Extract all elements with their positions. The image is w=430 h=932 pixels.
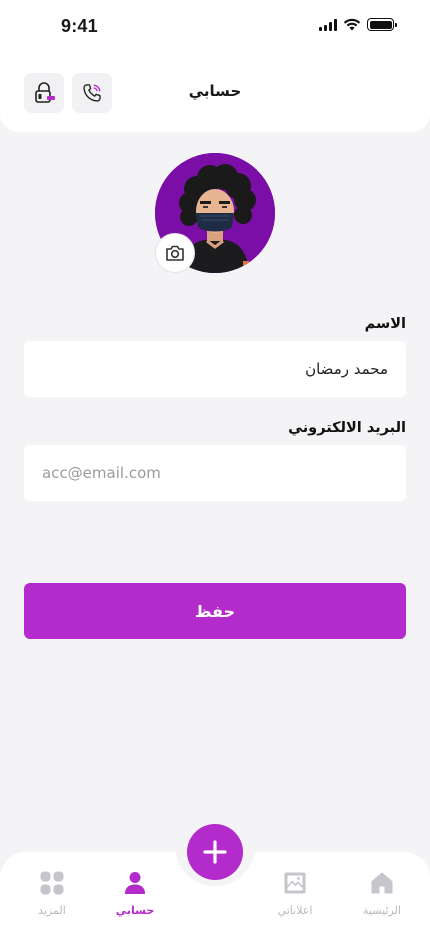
nav-item-my-account[interactable]: حسابي (100, 870, 170, 917)
plus-icon (203, 840, 227, 864)
camera-icon (166, 245, 184, 261)
nav-item-more[interactable]: المزيد (17, 870, 87, 917)
nav-label-more: المزيد (38, 904, 66, 917)
nav-label-home: الرئيسية (363, 904, 401, 917)
status-bar: 9:41 (0, 0, 430, 54)
name-label: الاسم (364, 316, 406, 332)
grid-icon (40, 871, 64, 895)
email-label: البريد الالكتروني (288, 420, 406, 436)
status-time: 9:41 (61, 16, 98, 36)
change-photo-button[interactable] (155, 233, 195, 273)
add-button[interactable] (187, 824, 243, 880)
cellular-signal-icon (319, 18, 337, 31)
email-field[interactable] (24, 445, 406, 501)
nav-item-home[interactable]: الرئيسية (347, 870, 417, 917)
battery-icon (367, 18, 397, 31)
app-header: حسابي (0, 54, 430, 132)
image-icon (284, 872, 306, 894)
home-icon (371, 872, 393, 894)
save-button[interactable]: حفظ (24, 583, 406, 639)
nav-label-my-account: حسابي (115, 904, 155, 917)
user-icon (125, 872, 145, 894)
status-icons (319, 18, 397, 31)
wifi-icon (343, 18, 361, 31)
page-title: حسابي (188, 82, 242, 100)
profile-avatar-section (155, 153, 275, 273)
name-field[interactable] (24, 341, 406, 397)
nav-item-my-ads[interactable]: اعلاناتي (260, 870, 330, 917)
nav-label-my-ads: اعلاناتي (277, 904, 313, 917)
